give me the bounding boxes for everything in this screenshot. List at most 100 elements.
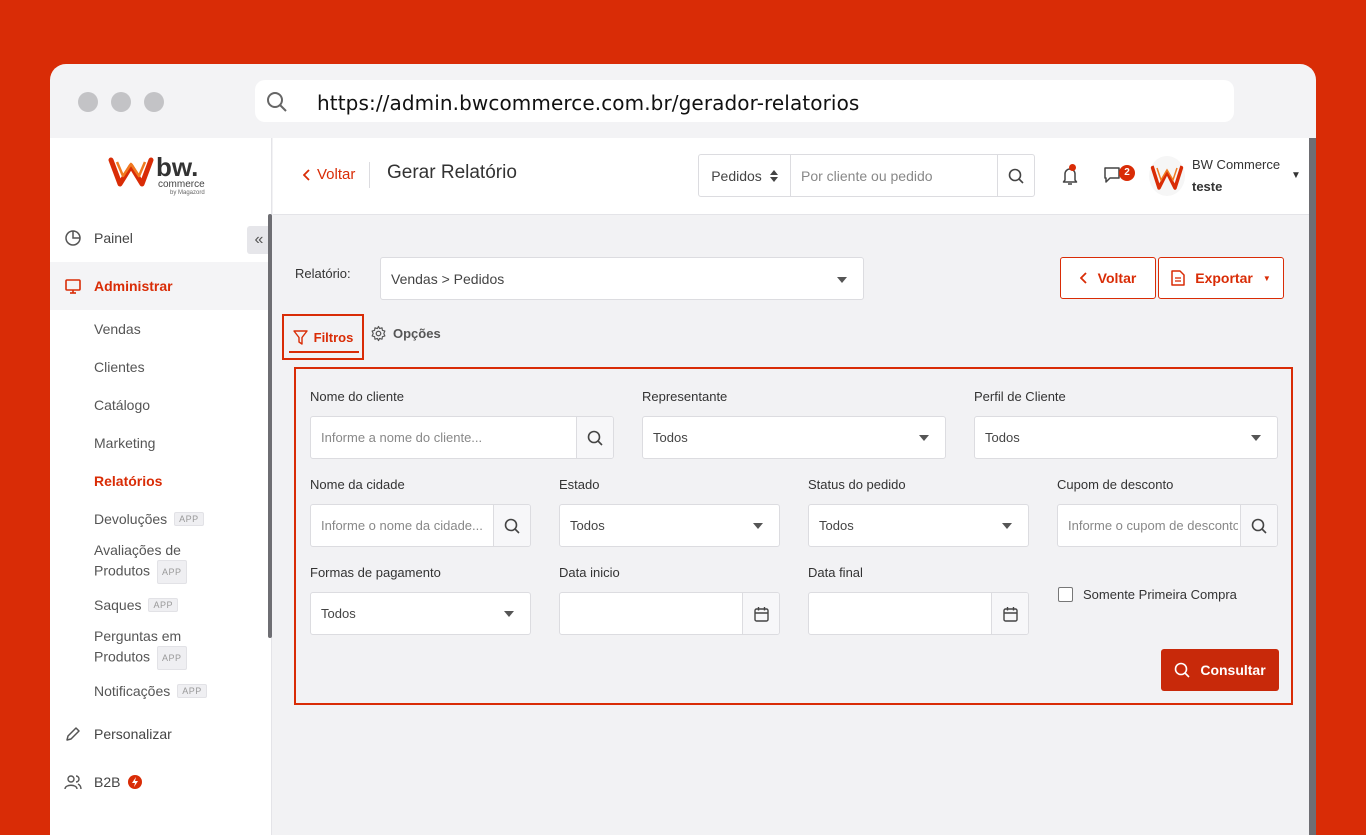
user-name[interactable]: BW Commerce	[1192, 157, 1280, 172]
filter-icon	[292, 329, 308, 345]
sidebar-nav: Painel Administrar Vendas Clientes Catál…	[50, 214, 268, 806]
client-profile-select[interactable]: Todos	[974, 416, 1278, 459]
coupon-search-button[interactable]	[1240, 505, 1277, 546]
submenu-label: Clientes	[94, 359, 145, 375]
sidebar-item-label: B2B	[94, 774, 121, 790]
submenu-item-catalogo[interactable]: Catálogo	[94, 386, 268, 424]
window-maximize-dot[interactable]	[144, 92, 164, 112]
report-label: Relatório:	[295, 266, 351, 281]
submenu-item-clientes[interactable]: Clientes	[94, 348, 268, 386]
exportar-button-label: Exportar	[1195, 270, 1253, 286]
representative-select[interactable]: Todos	[642, 416, 946, 459]
app-tag: APP	[148, 598, 178, 612]
city-input[interactable]: Informe o nome da cidade...	[310, 504, 531, 547]
date-end-picker-button[interactable]	[991, 593, 1028, 634]
sidebar-item-personalizar[interactable]: Personalizar	[50, 710, 268, 758]
client-profile-label: Perfil de Cliente	[974, 389, 1066, 404]
messages-count-badge: 2	[1119, 165, 1135, 181]
users-icon	[64, 773, 82, 791]
payment-label: Formas de pagamento	[310, 565, 441, 580]
submenu-item-saques[interactable]: Saques APP	[94, 586, 268, 624]
search-icon	[1175, 662, 1190, 678]
submenu-label: Relatórios	[94, 473, 163, 489]
client-profile-value: Todos	[985, 430, 1020, 445]
search-button[interactable]	[997, 155, 1034, 196]
order-status-select[interactable]: Todos	[808, 504, 1029, 547]
client-search-button[interactable]	[576, 417, 613, 458]
notifications-button[interactable]	[1061, 164, 1079, 191]
search-icon	[587, 430, 603, 446]
window-minimize-dot[interactable]	[111, 92, 131, 112]
submenu-item-perguntas[interactable]: Perguntas em Produtos APP	[94, 624, 268, 672]
date-start-picker-button[interactable]	[742, 593, 779, 634]
brand-logo[interactable]: bw. commerce by Magazord	[108, 152, 218, 198]
date-end-input[interactable]	[808, 592, 1029, 635]
search-input[interactable]: Por cliente ou pedido	[791, 155, 997, 196]
sidebar-item-administrar[interactable]: Administrar	[50, 262, 268, 310]
coupon-input[interactable]: Informe o cupom de desconto	[1057, 504, 1278, 547]
sidebar-item-label: Painel	[94, 230, 133, 246]
submenu-label: Catálogo	[94, 397, 151, 413]
submenu-item-relatorios[interactable]: Relatórios	[94, 462, 268, 500]
consultar-button-label: Consultar	[1200, 662, 1266, 678]
sidebar-item-painel[interactable]: Painel	[50, 214, 268, 262]
submenu-item-notificacoes[interactable]: Notificações APP	[94, 672, 268, 710]
search-icon	[504, 518, 520, 534]
calendar-icon	[1002, 606, 1018, 622]
messages-button[interactable]: 2	[1103, 165, 1135, 189]
user-store[interactable]: teste	[1192, 179, 1222, 194]
date-end-label: Data final	[808, 565, 863, 580]
notification-dot	[1069, 164, 1076, 171]
client-name-placeholder: Informe a nome do cliente...	[321, 430, 483, 445]
client-name-input[interactable]: Informe a nome do cliente...	[310, 416, 614, 459]
search-placeholder: Por cliente ou pedido	[801, 167, 933, 184]
caret-down-icon	[753, 523, 763, 529]
first-purchase-checkbox[interactable]: Somente Primeira Compra	[1058, 587, 1237, 602]
app: bw. commerce by Magazord « Painel Admini…	[50, 138, 1316, 835]
tab-opcoes[interactable]: Opções	[370, 325, 441, 342]
state-select[interactable]: Todos	[559, 504, 780, 547]
avatar[interactable]	[1149, 156, 1185, 196]
submenu-label: Vendas	[94, 321, 141, 337]
submenu-item-marketing[interactable]: Marketing	[94, 424, 268, 462]
city-search-button[interactable]	[493, 505, 530, 546]
divider	[369, 162, 370, 188]
caret-down-icon[interactable]: ▼	[1291, 170, 1301, 181]
back-link[interactable]: Voltar	[303, 166, 355, 183]
submenu-label: Marketing	[94, 435, 156, 451]
payment-select[interactable]: Todos	[310, 592, 531, 635]
chevron-left-icon	[303, 168, 310, 181]
app-tag: APP	[177, 684, 207, 698]
checkbox-box[interactable]	[1058, 587, 1073, 602]
city-placeholder: Informe o nome da cidade...	[321, 518, 483, 533]
date-start-input[interactable]	[559, 592, 780, 635]
coupon-label: Cupom de desconto	[1057, 477, 1174, 492]
exportar-button[interactable]: Exportar ▼	[1158, 257, 1284, 299]
submenu-item-devolucoes[interactable]: Devoluções APP	[94, 500, 268, 538]
caret-down-icon	[1002, 523, 1012, 529]
sidebar-scrollbar[interactable]	[268, 214, 272, 638]
window-close-dot[interactable]	[78, 92, 98, 112]
chevron-left-icon	[1079, 272, 1087, 284]
voltar-button[interactable]: Voltar	[1060, 257, 1156, 299]
search-icon	[267, 92, 287, 112]
tab-filtros[interactable]: Filtros	[282, 314, 364, 360]
sidebar: bw. commerce by Magazord « Painel Admini…	[50, 138, 272, 835]
sidebar-item-b2b[interactable]: B2B	[50, 758, 268, 806]
page-scrollbar[interactable]	[1309, 138, 1316, 835]
report-select[interactable]: Vendas > Pedidos	[380, 257, 864, 300]
date-start-label: Data inicio	[559, 565, 620, 580]
consultar-button[interactable]: Consultar	[1161, 649, 1279, 691]
caret-down-icon: ▼	[1262, 273, 1271, 283]
calendar-icon	[753, 606, 769, 622]
coupon-placeholder: Informe o cupom de desconto	[1068, 518, 1238, 533]
search-scope-select[interactable]: Pedidos	[699, 155, 791, 196]
caret-down-icon	[504, 611, 514, 617]
city-label: Nome da cidade	[310, 477, 405, 492]
address-bar[interactable]: https://admin.bwcommerce.com.br/gerador-…	[255, 80, 1234, 122]
app-tag: APP	[157, 646, 187, 670]
global-search: Pedidos Por cliente ou pedido	[698, 154, 1035, 197]
submenu-item-avaliacoes[interactable]: Avaliações de Produtos APP	[94, 538, 268, 586]
submenu-item-vendas[interactable]: Vendas	[94, 310, 268, 348]
app-tag: APP	[174, 512, 204, 526]
